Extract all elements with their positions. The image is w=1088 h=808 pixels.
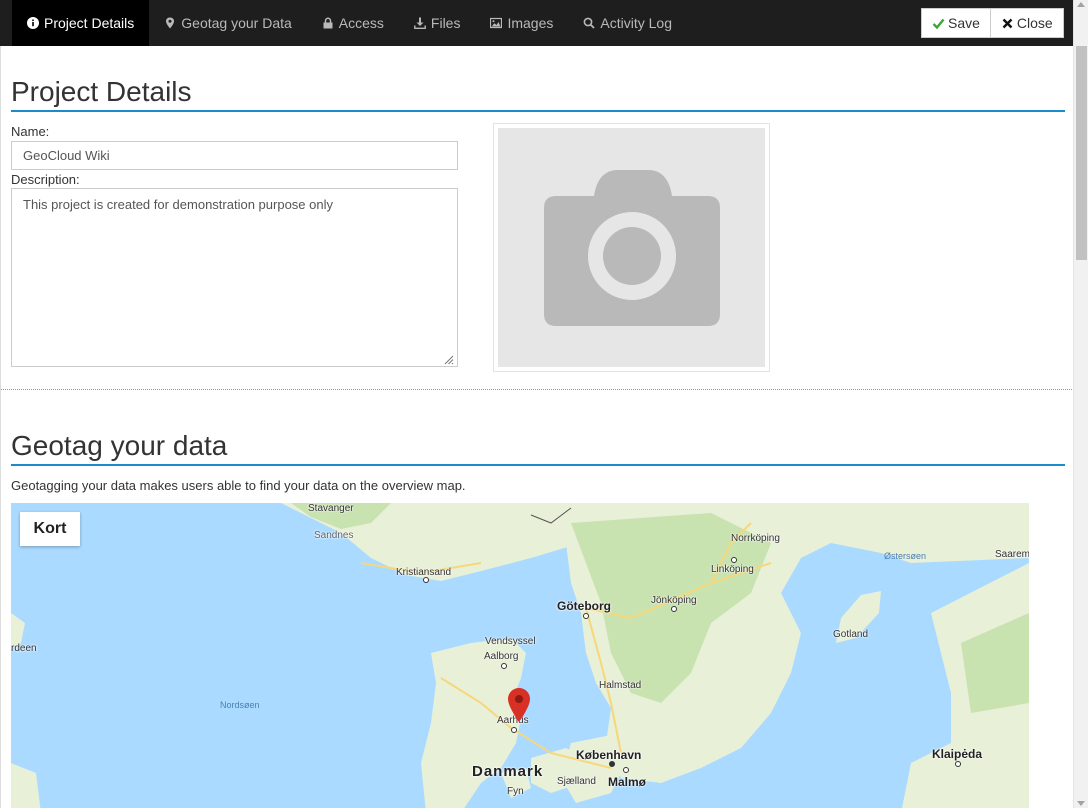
image-placeholder <box>498 128 765 367</box>
place-label: Vendsyssel <box>485 636 536 647</box>
tab-access[interactable]: Access <box>307 0 399 46</box>
search-icon <box>583 17 600 29</box>
camera-icon <box>543 169 720 326</box>
name-input[interactable] <box>11 141 458 170</box>
city-dot <box>671 606 677 612</box>
tab-label: Files <box>430 15 461 31</box>
country-label: Danmark <box>472 763 544 780</box>
close-icon <box>1001 17 1017 30</box>
name-label: Name: <box>11 124 50 139</box>
resize-grip-icon[interactable] <box>442 353 454 365</box>
description-label: Description: <box>11 172 80 187</box>
tab-label: Access <box>338 15 384 31</box>
tab-label: Geotag your Data <box>181 15 292 31</box>
lock-icon <box>322 17 339 29</box>
place-label: Göteborg <box>557 599 611 613</box>
project-image-upload[interactable] <box>493 123 770 372</box>
tab-geotag[interactable]: Geotag your Data <box>149 0 307 46</box>
sea-label: Nordsøen <box>220 700 260 710</box>
city-dot <box>501 663 507 669</box>
tab-label: Project Details <box>44 15 135 31</box>
place-label: Sjælland <box>557 776 596 787</box>
city-dot <box>423 577 429 583</box>
place-label: Fyn <box>507 786 524 797</box>
section-divider <box>1 389 1073 390</box>
place-label: Kristiansand <box>396 567 452 578</box>
save-button[interactable]: Save <box>921 8 991 38</box>
info-icon <box>27 17 44 29</box>
heading-underline <box>11 464 1065 466</box>
place-label: Aalborg <box>484 651 519 662</box>
close-label: Close <box>1016 15 1053 31</box>
place-label: Klaipėda <box>932 747 983 761</box>
image-icon <box>490 17 507 29</box>
place-label: Jönköping <box>651 595 697 606</box>
vertical-scrollbar[interactable] <box>1073 0 1088 808</box>
place-label: Saarem <box>995 549 1029 560</box>
action-buttons: Save Close <box>921 8 1064 38</box>
heading-underline <box>11 110 1065 112</box>
geotag-map[interactable]: Kort Stavanger Sandnes Kristiansand Göte… <box>11 503 1029 808</box>
place-label: København <box>576 748 642 762</box>
scrollbar-thumb[interactable] <box>1076 46 1087 260</box>
geotag-heading: Geotag your data <box>11 430 228 461</box>
download-icon <box>414 17 431 29</box>
tab-label: Activity Log <box>600 15 672 31</box>
scroll-up-arrow-icon[interactable] <box>1077 2 1085 7</box>
nav-tabs: Project Details Geotag your Data Access … <box>12 0 687 46</box>
scroll-down-arrow-icon[interactable] <box>1077 801 1085 806</box>
top-nav-bar: Project Details Geotag your Data Access … <box>0 0 1073 46</box>
place-label: Linköping <box>711 564 754 575</box>
tab-activity-log[interactable]: Activity Log <box>568 0 687 46</box>
description-textarea[interactable]: This project is created for demonstratio… <box>11 188 458 367</box>
city-dot <box>511 727 517 733</box>
city-dot <box>955 761 961 767</box>
geotag-description: Geotagging your data makes users able to… <box>11 478 466 493</box>
map-pin-icon <box>164 17 181 29</box>
place-label: Gotland <box>833 629 869 640</box>
close-button[interactable]: Close <box>990 8 1064 38</box>
place-label: Stavanger <box>308 503 354 514</box>
place-label: Norrköping <box>731 533 780 544</box>
place-label: Sandnes <box>314 530 354 541</box>
sea-label: Østersøen <box>884 551 927 561</box>
city-dot <box>609 761 615 767</box>
map-type-button[interactable]: Kort <box>20 512 80 546</box>
tab-project-details[interactable]: Project Details <box>12 0 150 46</box>
save-label: Save <box>948 15 980 31</box>
tab-label: Images <box>507 15 554 31</box>
checkmark-icon <box>932 17 948 30</box>
project-details-heading: Project Details <box>11 76 192 107</box>
main-content: Project Details Name: Description: This … <box>0 46 1073 808</box>
city-dot <box>623 767 629 773</box>
tab-images[interactable]: Images <box>475 0 568 46</box>
place-label: rdeen <box>11 643 37 654</box>
city-dot <box>583 613 589 619</box>
city-dot <box>731 557 737 563</box>
tab-files[interactable]: Files <box>399 0 476 46</box>
place-label: Malmø <box>608 775 647 789</box>
location-marker-icon[interactable] <box>508 688 530 722</box>
place-label: Halmstad <box>599 680 642 691</box>
